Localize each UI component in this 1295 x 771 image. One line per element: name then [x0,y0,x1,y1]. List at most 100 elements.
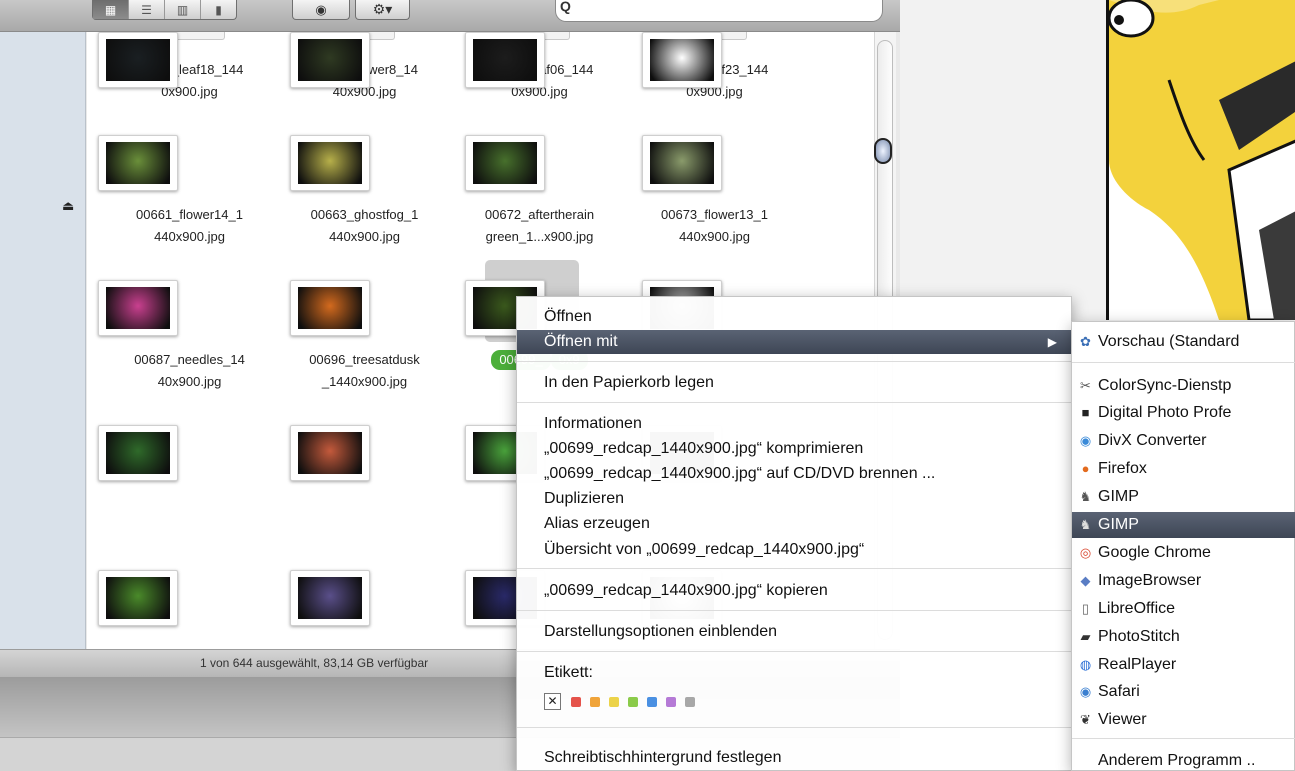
file-thumbnail[interactable] [642,32,722,88]
file-name-line2: 440x900.jpg [679,229,750,244]
thumbnail-frame [98,280,178,336]
action-button[interactable]: ⚙▾ [355,0,410,20]
thumbnail-image [473,142,537,184]
search-input[interactable]: Q [555,0,883,22]
open-with-item-label: Anderem Programm .. [1098,752,1256,769]
open-with-item[interactable]: ♞ GIMP [1072,512,1295,538]
label-color-swatch[interactable] [590,696,600,707]
open-with-item-label: LibreOffice [1098,600,1176,617]
label-color-swatch[interactable] [666,696,676,707]
open-with-item[interactable]: ◍ RealPlayer [1072,652,1295,678]
file-name-line2: _1440x900.jpg [321,374,408,389]
gear-icon: ⚙▾ [372,1,393,17]
file-name-line2: green_1...x900.jpg [485,229,594,244]
open-with-item-label: Google Chrome [1098,544,1211,561]
realplayer-icon: ◍ [1079,657,1092,672]
file-thumbnail[interactable] [290,135,370,191]
open-with-item[interactable]: ■ Digital Photo Profe [1072,400,1295,426]
file-name[interactable]: 00687_needles_14 40x900.jpg [107,349,272,393]
file-thumbnail[interactable] [98,135,178,191]
menu-item-set-desktop-picture[interactable]: Schreibtischhintergrund festlegen [517,746,1073,770]
eject-icon[interactable]: ⏏ [62,198,74,214]
viewer-icon: ❦ [1080,712,1091,727]
thumbnail-image [106,577,170,619]
file-thumbnail[interactable] [465,135,545,191]
file-name-line1: 00672_aftertherain [484,207,595,222]
file-name[interactable]: 00663_ghostfog_1 440x900.jpg [282,204,447,248]
open-with-item[interactable]: ❦ Viewer [1072,707,1295,733]
column-view-icon[interactable]: ▥ [165,0,201,19]
file-thumbnail[interactable] [290,425,370,481]
open-with-submenu: ✿ Vorschau (Standard ✂ ColorSync-Dienstp ■ Di… [1071,321,1295,771]
thumbnail-image [106,142,170,184]
file-thumbnail[interactable] [465,32,545,88]
open-with-item-label: DivX Converter [1098,432,1207,449]
label-color-swatch[interactable] [647,696,657,707]
menu-item-label: Öffnen mit [544,333,618,350]
file-thumbnail[interactable] [642,135,722,191]
thumbnail-image [650,142,714,184]
open-with-item[interactable]: ◉ Safari [1072,679,1295,705]
thumbnail-frame [290,32,370,88]
thumbnail-frame [98,135,178,191]
open-with-item[interactable]: ✂ ColorSync-Dienstp [1072,373,1295,399]
safari-icon: ◉ [1079,684,1092,699]
grid-view-icon[interactable]: ▦ [93,0,129,19]
open-with-item[interactable]: Anderem Programm .. [1072,748,1295,771]
open-with-item[interactable]: ▰ PhotoStitch [1072,624,1295,650]
imagebrowser-icon: ◆ [1080,573,1091,588]
chrome-icon: ◎ [1079,545,1092,560]
list-view-icon[interactable]: ☰ [129,0,165,19]
file-thumbnail[interactable] [290,280,370,336]
file-name-line1: 00663_ghostfog_1 [310,207,419,222]
photostitch-icon: ▰ [1080,629,1091,644]
file-name-line1: 00661_flower14_1 [136,207,243,222]
open-with-item[interactable]: ✿ Vorschau (Standard [1072,329,1295,355]
menu-item-show-view-options[interactable]: Darstellungsoptionen einblenden [517,620,1073,644]
open-with-item-label: GIMP [1098,488,1139,505]
menu-item-compress[interactable]: „00699_redcap_1440x900.jpg“ komprimieren [517,437,1073,461]
label-color-swatch[interactable] [571,696,581,707]
gimp-icon: ♞ [1079,489,1092,504]
file-name[interactable]: 00673_flower13_1 440x900.jpg [632,204,797,248]
open-with-item[interactable]: ◎ Google Chrome [1072,540,1295,566]
label-clear-icon[interactable]: ✕ [544,693,561,710]
file-thumbnail[interactable] [290,32,370,88]
label-color-picker: ✕ [544,693,704,710]
file-thumbnail[interactable] [98,425,178,481]
file-thumbnail[interactable] [290,570,370,626]
menu-item-burn[interactable]: „00699_redcap_1440x900.jpg“ auf CD/DVD b… [517,462,1073,486]
menu-item-duplicate[interactable]: Duplizieren [517,487,1073,511]
open-with-item[interactable]: ◆ ImageBrowser [1072,568,1295,594]
menu-item-make-alias[interactable]: Alias erzeugen [517,512,1073,536]
file-name[interactable]: 00661_flower14_1 440x900.jpg [107,204,272,248]
menu-item-open[interactable]: Öffnen [517,305,1073,329]
menu-item-copy[interactable]: „00699_redcap_1440x900.jpg“ kopieren [517,579,1073,603]
context-menu: Öffnen Öffnen mit ▶ In den Papierkorb le… [516,296,1073,771]
coverflow-view-icon[interactable]: ▮ [201,0,236,19]
file-thumbnail[interactable] [98,32,178,88]
file-thumbnail[interactable] [98,570,178,626]
label-color-swatch[interactable] [628,696,638,707]
quicklook-button[interactable]: ◉ [292,0,350,20]
open-with-item[interactable]: ● Firefox [1072,456,1295,482]
file-name[interactable]: 00672_aftertherain green_1...x900.jpg [457,204,622,248]
thumbnail-image [106,39,170,81]
divx-icon: ◉ [1079,433,1092,448]
open-with-item[interactable]: ♞ GIMP [1072,484,1295,510]
open-with-item[interactable]: ◉ DivX Converter [1072,428,1295,454]
menu-item-get-info[interactable]: Informationen [517,412,1073,436]
menu-item-quick-look[interactable]: Übersicht von „00699_redcap_1440x900.jpg… [517,538,1073,562]
file-thumbnail[interactable] [98,280,178,336]
open-with-item-label: Viewer [1098,711,1147,728]
menu-item-open-with[interactable]: Öffnen mit ▶ [517,330,1073,354]
label-color-swatch[interactable] [609,696,619,707]
thumbnail-frame [290,425,370,481]
menu-item-move-to-trash[interactable]: In den Papierkorb legen [517,371,1073,395]
open-with-item[interactable]: ▯ LibreOffice [1072,596,1295,622]
label-color-swatch[interactable] [685,696,695,707]
scroll-knob[interactable] [874,138,892,164]
thumbnail-image [298,577,362,619]
menu-separator [517,568,1073,569]
file-name[interactable]: 00696_treesatdusk _1440x900.jpg [282,349,447,393]
